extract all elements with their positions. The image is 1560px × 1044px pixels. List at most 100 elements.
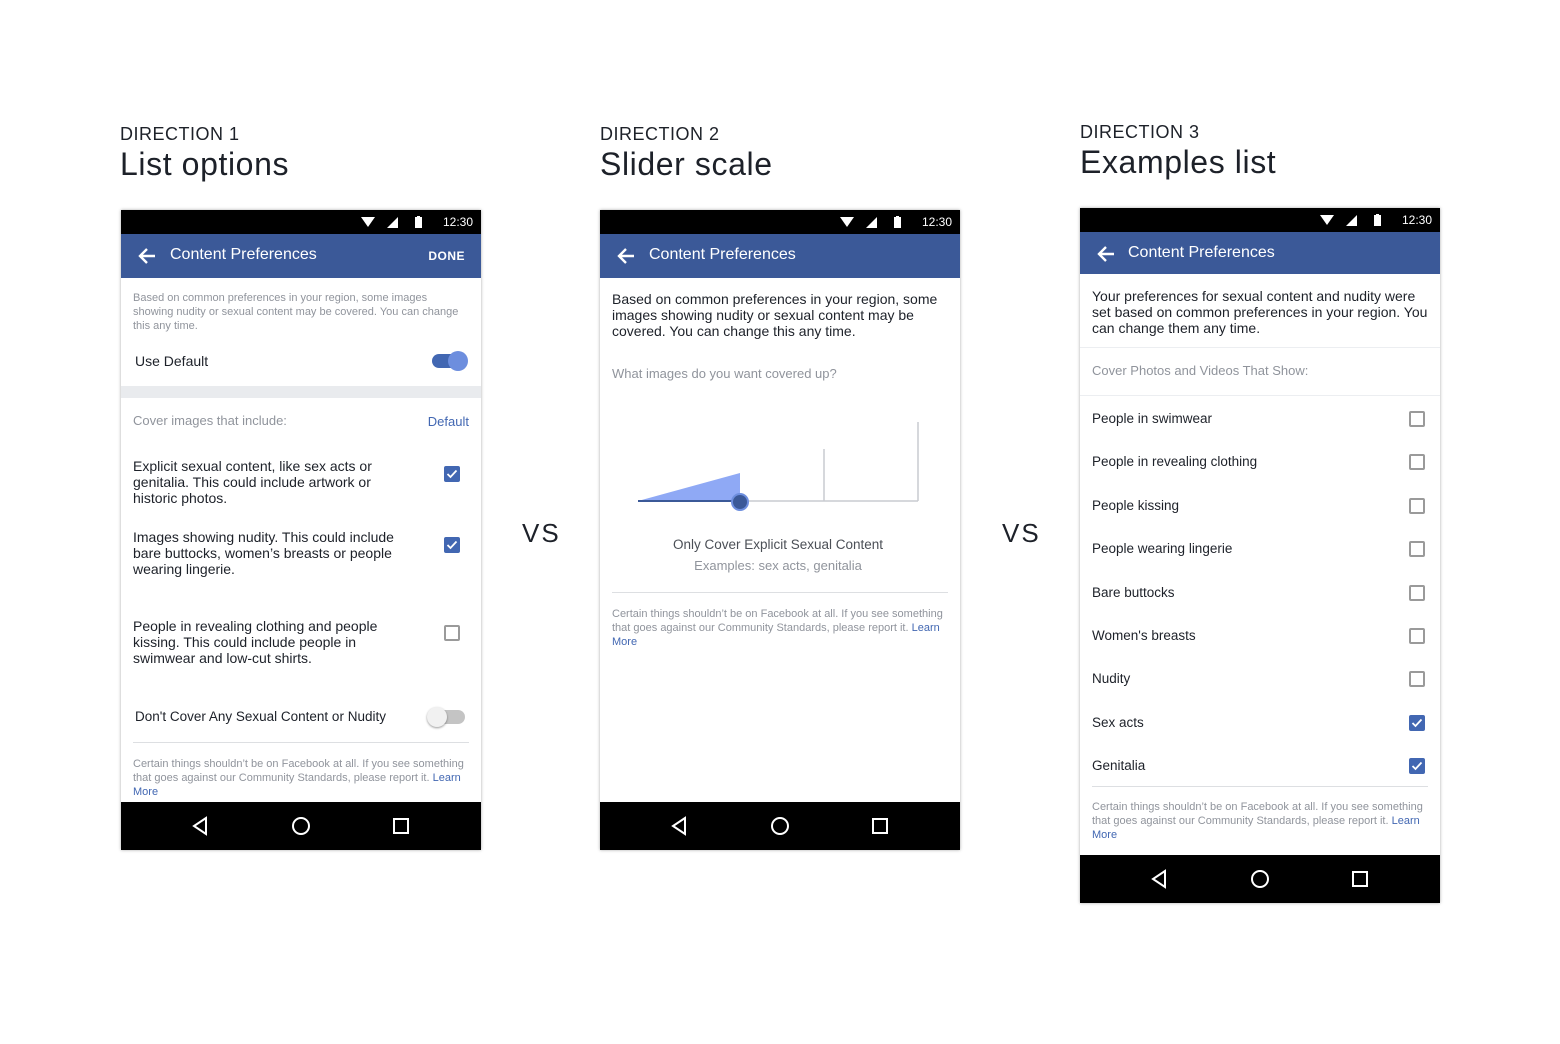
list-item[interactable]: People wearing lingerie <box>1080 541 1440 561</box>
option-revealing-checkbox[interactable] <box>444 625 460 641</box>
list-item-checkbox[interactable] <box>1409 715 1425 731</box>
divider <box>133 742 469 743</box>
list-item-label: People in swimwear <box>1092 411 1213 426</box>
check-icon <box>446 469 458 479</box>
status-bar: 12:30 <box>121 210 481 234</box>
list-item[interactable]: People kissing <box>1080 498 1440 518</box>
app-bar: Content Preferences <box>600 234 960 278</box>
option-nudity-checkbox[interactable] <box>444 537 460 553</box>
use-default-toggle[interactable] <box>431 351 471 371</box>
selection-examples: Examples: sex acts, genitalia <box>694 558 862 573</box>
list-item[interactable]: Bare buttocks <box>1080 585 1440 605</box>
footer-body: Certain things shouldn’t be on Facebook … <box>133 758 464 784</box>
list-item-label: Genitalia <box>1092 758 1146 773</box>
footer-body: Certain things shouldn’t be on Facebook … <box>612 608 943 634</box>
list-item-checkbox[interactable] <box>1409 758 1425 774</box>
divider <box>1080 347 1440 348</box>
arrow-left-icon[interactable] <box>137 246 157 266</box>
default-link[interactable]: Default <box>428 414 469 430</box>
dont-cover-label: Don't Cover Any Sexual Content or Nudity <box>135 709 386 724</box>
status-bar: 12:30 <box>1080 208 1440 232</box>
section-label: Cover images that include: <box>133 413 287 428</box>
toggle-thumb <box>427 707 447 727</box>
vs-label: VS <box>1002 518 1041 548</box>
triangle-back-icon[interactable] <box>669 815 691 837</box>
list-item-checkbox[interactable] <box>1409 585 1425 601</box>
app-bar-title: Content Preferences <box>649 246 796 263</box>
phone-direction-3: 12:30 Content Preferences Your preferenc… <box>1080 208 1440 903</box>
check-icon <box>1411 761 1423 771</box>
list-item[interactable]: People in swimwear <box>1080 411 1440 431</box>
direction-2-title: Slider scale <box>600 146 773 182</box>
question-label: What images do you want covered up? <box>612 366 837 381</box>
footer-text: Certain things shouldn’t be on Facebook … <box>612 607 952 649</box>
slider-thumb[interactable] <box>731 493 749 511</box>
check-icon <box>446 540 458 550</box>
list-item[interactable]: Sex acts <box>1080 715 1440 735</box>
list-item-label: Bare buttocks <box>1092 585 1175 600</box>
triangle-back-icon[interactable] <box>1149 868 1171 890</box>
intro-text: Your preferences for sexual content and … <box>1092 288 1428 336</box>
app-bar-title: Content Preferences <box>1128 244 1275 261</box>
list-item[interactable]: Nudity <box>1080 671 1440 691</box>
divider <box>1080 395 1440 396</box>
status-icons <box>1320 214 1381 226</box>
toggle-thumb <box>448 351 468 371</box>
option-nudity-text: Images showing nudity. This could includ… <box>133 529 394 577</box>
phone-direction-1: 12:30 Content Preferences DONE Based on … <box>121 210 481 850</box>
square-recent-icon[interactable] <box>869 815 891 837</box>
option-explicit-text: Explicit sexual content, like sex acts o… <box>133 458 372 506</box>
app-bar-title: Content Preferences <box>170 246 317 263</box>
use-default-label: Use Default <box>135 353 209 369</box>
circle-home-icon[interactable] <box>1249 868 1271 890</box>
arrow-left-icon[interactable] <box>1096 244 1116 264</box>
section-label: Cover Photos and Videos That Show: <box>1092 363 1309 378</box>
list-item-label: People kissing <box>1092 498 1180 513</box>
list-item-label: People wearing lingerie <box>1092 541 1233 556</box>
done-button[interactable]: DONE <box>428 249 465 263</box>
direction-2-label: DIRECTION 2 <box>600 124 720 144</box>
slider-fill <box>638 473 740 501</box>
android-nav-bar <box>1080 855 1440 903</box>
direction-1-label: DIRECTION 1 <box>120 124 240 144</box>
direction-3-title: Examples list <box>1080 144 1277 180</box>
check-icon <box>1411 718 1423 728</box>
square-recent-icon[interactable] <box>390 815 412 837</box>
triangle-back-icon[interactable] <box>190 815 212 837</box>
footer-text: Certain things shouldn’t be on Facebook … <box>1092 800 1432 842</box>
status-time: 12:30 <box>921 215 952 229</box>
section-separator <box>121 386 481 398</box>
android-nav-bar <box>121 802 481 850</box>
list-item-label: People in revealing clothing <box>1092 454 1258 469</box>
arrow-left-icon[interactable] <box>616 246 636 266</box>
phone-direction-2: 12:30 Content Preferences Based on commo… <box>600 210 960 850</box>
status-time: 12:30 <box>1401 213 1432 227</box>
sensitivity-slider[interactable] <box>630 415 930 525</box>
android-nav-bar <box>600 802 960 850</box>
status-time: 12:30 <box>442 215 473 229</box>
list-item[interactable]: Genitalia <box>1080 758 1440 778</box>
option-explicit-checkbox[interactable] <box>444 466 460 482</box>
list-item-checkbox[interactable] <box>1409 541 1425 557</box>
status-icons <box>361 216 422 228</box>
list-item-label: Sex acts <box>1092 715 1144 730</box>
circle-home-icon[interactable] <box>290 815 312 837</box>
intro-text: Based on common preferences in your regi… <box>133 292 459 332</box>
status-icons <box>840 216 901 228</box>
list-item-checkbox[interactable] <box>1409 671 1425 687</box>
dont-cover-toggle[interactable] <box>427 707 467 727</box>
option-revealing-text: People in revealing clothing and people … <box>133 618 378 666</box>
circle-home-icon[interactable] <box>769 815 791 837</box>
list-item-checkbox[interactable] <box>1409 454 1425 470</box>
square-recent-icon[interactable] <box>1349 868 1371 890</box>
list-item-label: Nudity <box>1092 671 1131 686</box>
selection-title: Only Cover Explicit Sexual Content <box>672 537 884 552</box>
list-item[interactable]: Women's breasts <box>1080 628 1440 648</box>
footer-body: Certain things shouldn’t be on Facebook … <box>1092 801 1423 827</box>
list-item-checkbox[interactable] <box>1409 628 1425 644</box>
list-item-checkbox[interactable] <box>1409 498 1425 514</box>
list-item-checkbox[interactable] <box>1409 411 1425 427</box>
direction-3-label: DIRECTION 3 <box>1080 122 1200 142</box>
list-item[interactable]: People in revealing clothing <box>1080 454 1440 474</box>
vs-label: VS <box>522 518 561 548</box>
